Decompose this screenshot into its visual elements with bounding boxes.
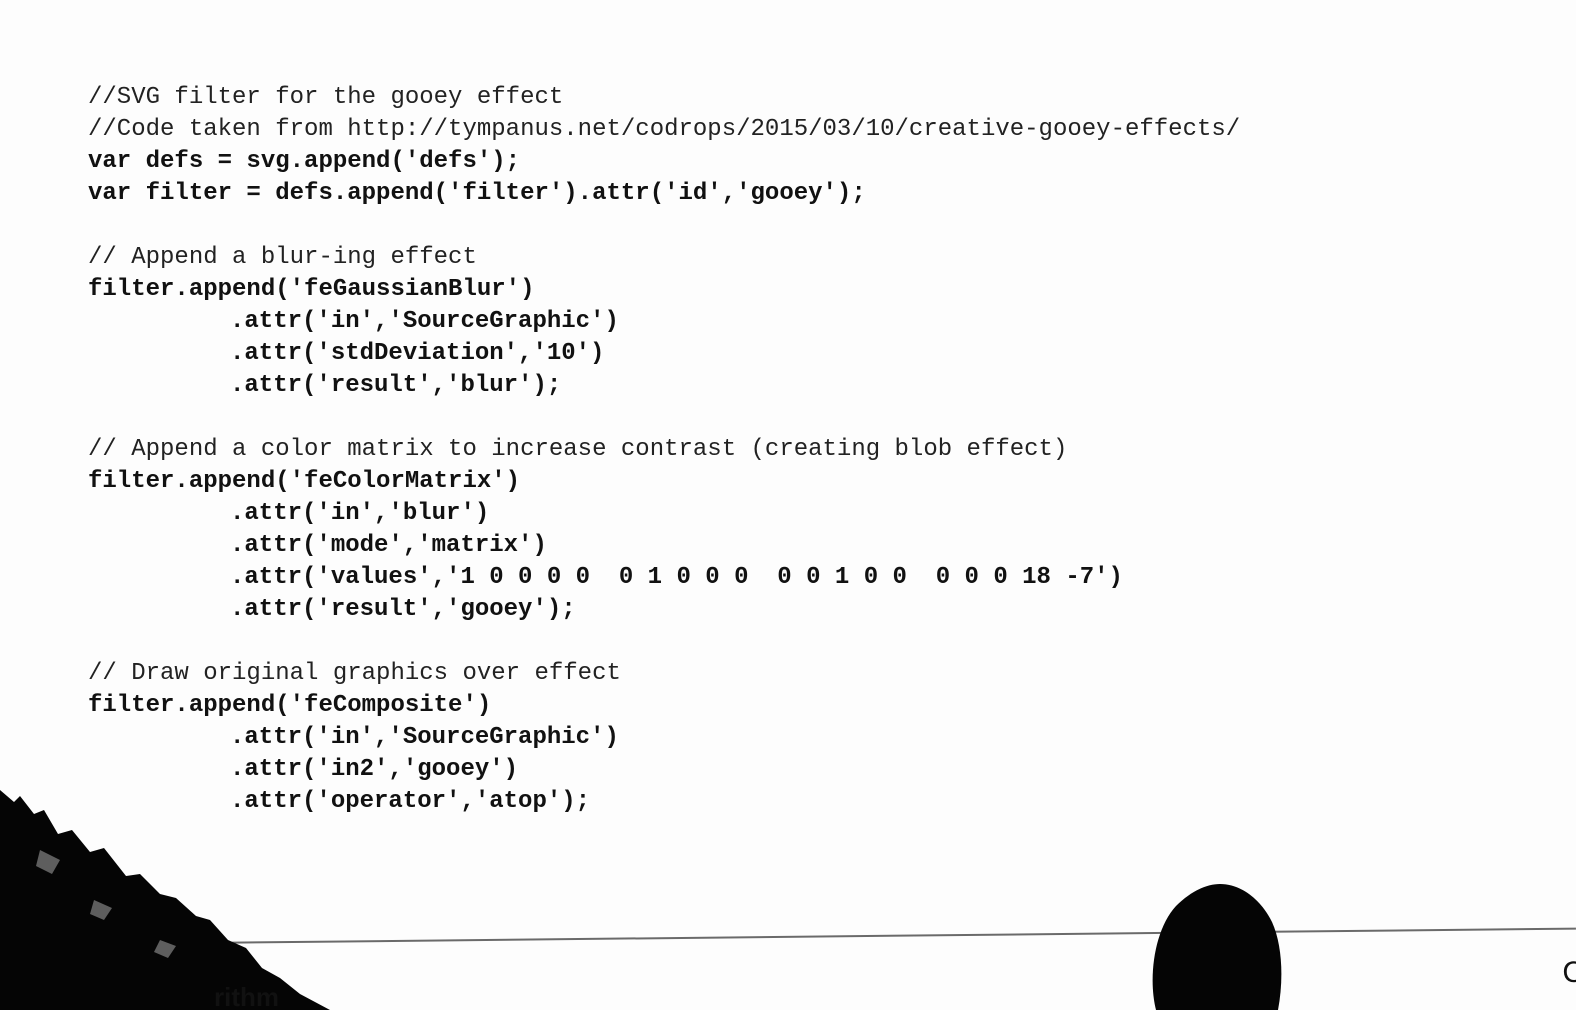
code-line-3: var defs = svg.append('defs'); bbox=[88, 148, 521, 175]
code-line-1: //SVG filter for the gooey effect bbox=[88, 84, 564, 111]
code-line-10: .attr('result','blur'); bbox=[230, 372, 562, 399]
audience-shadow-left bbox=[0, 790, 330, 1010]
partial-heading-text: rithm bbox=[214, 982, 279, 1010]
code-line-7: filter.append('feGaussianBlur') bbox=[88, 276, 535, 303]
partial-right-text: C bbox=[1562, 956, 1576, 989]
code-line-15: .attr('mode','matrix') bbox=[230, 532, 547, 559]
audience-head-silhouette bbox=[1152, 884, 1282, 1010]
code-line-6: // Append a blur-ing effect bbox=[88, 244, 477, 271]
code-line-22: .attr('in2','gooey') bbox=[230, 756, 519, 783]
code-line-13: filter.append('feColorMatrix') bbox=[88, 468, 521, 495]
code-line-12: // Append a color matrix to increase con… bbox=[88, 436, 1068, 463]
code-line-4: var filter = defs.append('filter').attr(… bbox=[88, 180, 866, 207]
code-line-8: .attr('in','SourceGraphic') bbox=[230, 308, 619, 335]
code-line-2: //Code taken from http://tympanus.net/co… bbox=[88, 116, 1241, 143]
horizontal-rule bbox=[200, 927, 1576, 944]
code-line-16: .attr('values','1 0 0 0 0 0 1 0 0 0 0 0 … bbox=[230, 564, 1123, 591]
code-line-20: filter.append('feComposite') bbox=[88, 692, 492, 719]
code-line-14: .attr('in','blur') bbox=[230, 500, 490, 527]
photographed-page: //SVG filter for the gooey effect //Code… bbox=[0, 0, 1576, 1010]
code-line-9: .attr('stdDeviation','10') bbox=[230, 340, 605, 367]
code-block: //SVG filter for the gooey effect //Code… bbox=[88, 82, 1538, 818]
code-line-19: // Draw original graphics over effect bbox=[88, 660, 621, 687]
code-line-17: .attr('result','gooey'); bbox=[230, 596, 576, 623]
code-line-21: .attr('in','SourceGraphic') bbox=[230, 724, 619, 751]
